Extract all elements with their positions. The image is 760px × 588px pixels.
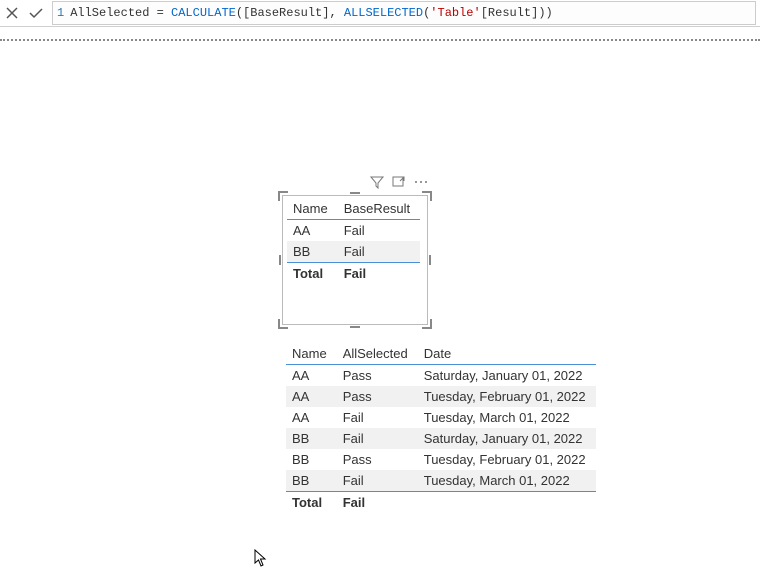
table-row[interactable]: AAPassSaturday, January 01, 2022 (286, 365, 596, 387)
table-row[interactable]: BBFail (287, 241, 420, 263)
filter-icon[interactable] (370, 175, 384, 189)
col-header[interactable]: Name (286, 343, 337, 365)
formula-text: AllSelected = CALCULATE([BaseResult], AL… (70, 6, 553, 20)
line-number: 1 (57, 6, 64, 20)
col-header[interactable]: BaseResult (338, 198, 420, 220)
cancel-button[interactable] (0, 1, 24, 25)
cursor-icon (254, 549, 268, 567)
col-header[interactable]: Date (418, 343, 596, 365)
divider (0, 39, 760, 41)
focus-icon[interactable] (392, 175, 406, 189)
col-header[interactable]: Name (287, 198, 338, 220)
visual-toolbar (370, 175, 428, 189)
col-header[interactable]: AllSelected (337, 343, 418, 365)
table-row[interactable]: AAFail (287, 220, 420, 242)
total-row: TotalFail (286, 492, 596, 514)
table-row[interactable]: BBFailSaturday, January 01, 2022 (286, 428, 596, 449)
table-row[interactable]: BBFailTuesday, March 01, 2022 (286, 470, 596, 492)
total-row: TotalFail (287, 263, 420, 285)
check-icon (28, 6, 44, 20)
table-visual-2[interactable]: Name AllSelected Date AAPassSaturday, Ja… (286, 343, 596, 513)
table-visual-1[interactable]: Name BaseResult AAFailBBFailTotalFail (282, 195, 428, 325)
more-icon[interactable] (414, 175, 428, 189)
formula-input[interactable]: 1 AllSelected = CALCULATE([BaseResult], … (52, 1, 756, 25)
table-row[interactable]: AAPassTuesday, February 01, 2022 (286, 386, 596, 407)
x-icon (5, 6, 19, 20)
table-row[interactable]: BBPassTuesday, February 01, 2022 (286, 449, 596, 470)
table-row[interactable]: AAFailTuesday, March 01, 2022 (286, 407, 596, 428)
formula-bar: 1 AllSelected = CALCULATE([BaseResult], … (0, 0, 760, 27)
commit-button[interactable] (24, 1, 48, 25)
